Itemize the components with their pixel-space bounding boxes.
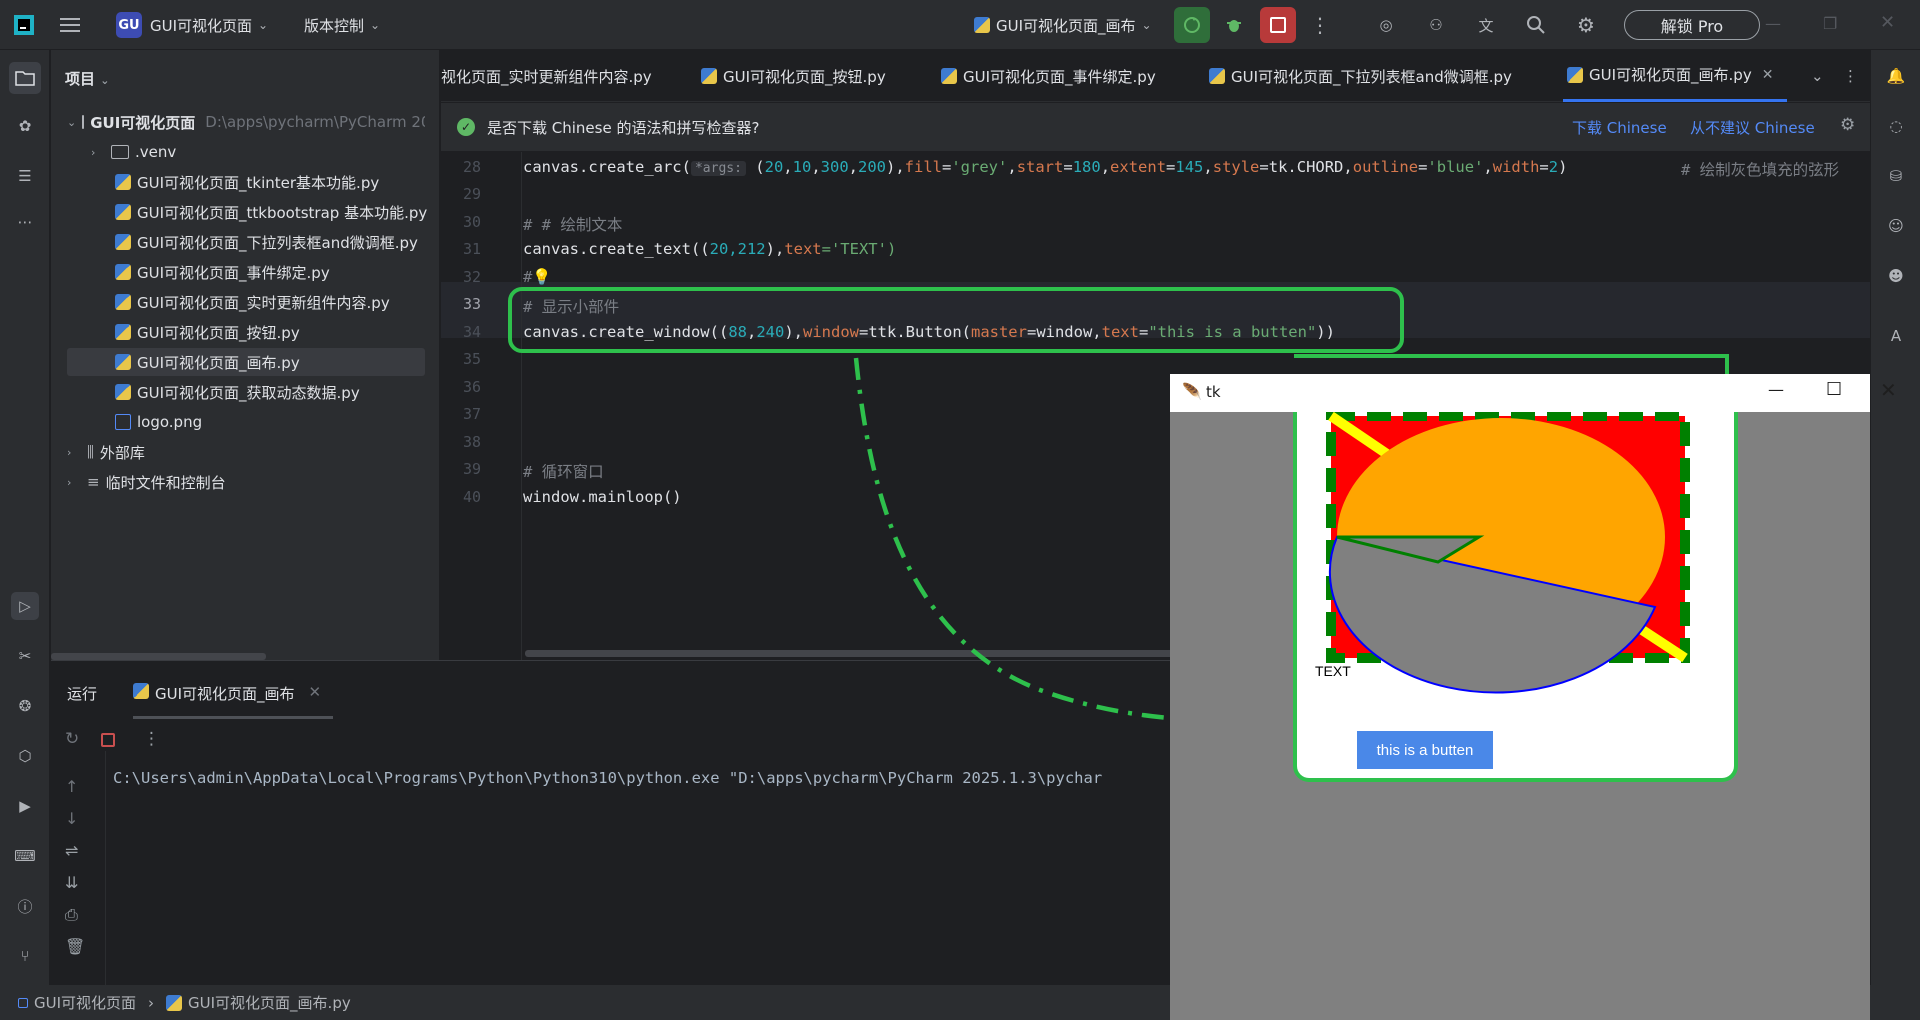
close-icon[interactable]: ✕ xyxy=(1880,378,1897,402)
maximize-icon[interactable]: ☐ xyxy=(1826,379,1842,400)
tk-canvas[interactable]: TEXT this is a butten xyxy=(1293,412,1738,782)
tk-titlebar[interactable]: 🪶 tk — ☐ ✕ xyxy=(1170,374,1897,412)
tk-button[interactable]: this is a butten xyxy=(1357,731,1493,769)
canvas-text: TEXT xyxy=(1315,663,1351,679)
minimize-icon[interactable]: — xyxy=(1768,380,1784,399)
feather-icon: 🪶 xyxy=(1182,382,1202,401)
tk-title: tk xyxy=(1206,383,1221,401)
tk-window[interactable]: 🪶 tk — ☐ ✕ TEXT this is a butten xyxy=(1170,374,1897,1020)
canvas-drawing xyxy=(1326,412,1690,694)
